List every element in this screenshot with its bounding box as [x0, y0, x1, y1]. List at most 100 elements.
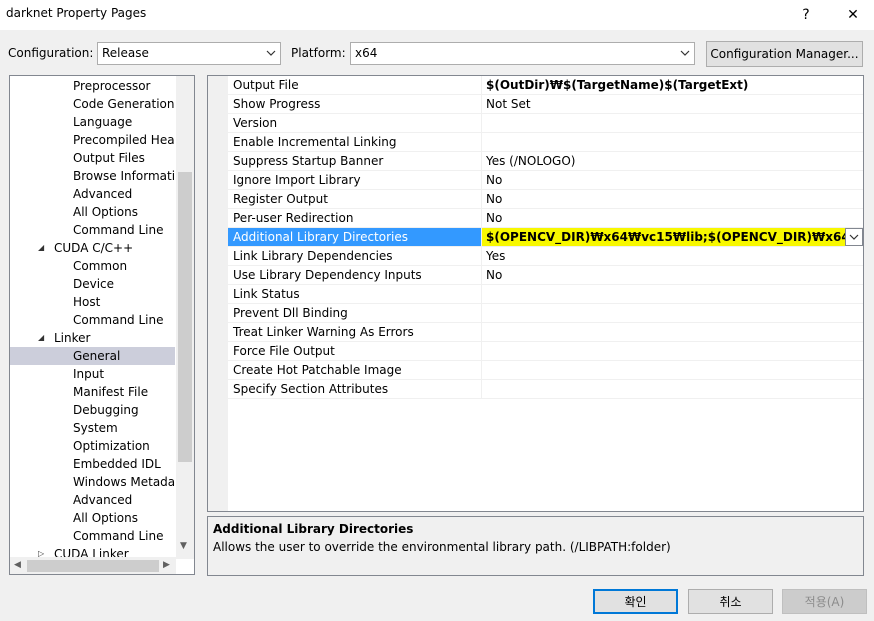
tree-item[interactable]: ◢ CUDA C/C++ [10, 239, 175, 257]
tree-item-label: Embedded IDL [73, 457, 161, 471]
property-row[interactable]: Prevent Dll Binding [228, 304, 863, 323]
tree-item[interactable]: Precompiled Heade [10, 131, 175, 149]
tree-item[interactable]: Preprocessor [10, 77, 175, 95]
property-name[interactable]: Additional Library Directories [228, 228, 482, 247]
tree-item[interactable]: Advanced [10, 185, 175, 203]
scroll-down-arrow-icon[interactable]: ▼ [180, 541, 187, 551]
property-row[interactable]: Ignore Import Library No [228, 171, 863, 190]
tree-item[interactable]: Command Line [10, 221, 175, 239]
tree-item[interactable]: Input [10, 365, 175, 383]
tree-item[interactable]: Embedded IDL [10, 455, 175, 473]
property-value[interactable]: Yes (/NOLOGO) [482, 152, 863, 171]
property-row[interactable]: Register Output No [228, 190, 863, 209]
tree-item[interactable]: Optimization [10, 437, 175, 455]
tree-item[interactable]: Output Files [10, 149, 175, 167]
tree-horizontal-scroll-thumb[interactable] [27, 560, 159, 572]
tree-item[interactable]: ◢ Linker [10, 329, 175, 347]
tree-item[interactable]: Code Generation [10, 95, 175, 113]
configuration-dropdown[interactable]: Release [97, 42, 281, 65]
close-button[interactable]: ✕ [830, 0, 874, 30]
tree-item[interactable]: Manifest File [10, 383, 175, 401]
property-row[interactable]: Output File $(OutDir)₩$(TargetName)$(Targ… [228, 76, 863, 95]
property-name[interactable]: Use Library Dependency Inputs [228, 266, 482, 285]
property-row[interactable]: Use Library Dependency Inputs No [228, 266, 863, 285]
tree-item[interactable]: Windows Metadata [10, 473, 175, 491]
property-value[interactable]: Not Set [482, 95, 863, 114]
property-name[interactable]: Suppress Startup Banner [228, 152, 482, 171]
property-name[interactable]: Show Progress [228, 95, 482, 114]
collapse-arrow-icon[interactable]: ◢ [38, 329, 44, 347]
collapse-arrow-icon[interactable]: ◢ [38, 239, 44, 257]
scroll-left-arrow-icon[interactable]: ◀ [14, 560, 21, 570]
tree-item-label: Command Line [73, 313, 164, 327]
tree-item[interactable]: Device [10, 275, 175, 293]
property-name[interactable]: Create Hot Patchable Image [228, 361, 482, 380]
tree-item-label: General [73, 349, 121, 363]
property-value[interactable] [482, 304, 863, 323]
property-row[interactable]: Version [228, 114, 863, 133]
property-row[interactable]: Specify Section Attributes [228, 380, 863, 399]
property-value[interactable]: Yes [482, 247, 863, 266]
apply-button[interactable]: 적용(A) [782, 589, 867, 614]
ok-button[interactable]: 확인 [593, 589, 678, 614]
tree-item[interactable]: Host [10, 293, 175, 311]
property-value[interactable]: $(OPENCV_DIR)₩x64₩vc15₩lib;$(OPENCV_DIR)… [482, 228, 845, 247]
tree-item[interactable]: Advanced [10, 491, 175, 509]
property-value[interactable] [482, 133, 863, 152]
tree-item[interactable]: Common [10, 257, 175, 275]
tree-item[interactable]: Command Line [10, 311, 175, 329]
property-name[interactable]: Ignore Import Library [228, 171, 482, 190]
property-value[interactable] [482, 114, 863, 133]
property-row[interactable]: Enable Incremental Linking [228, 133, 863, 152]
property-value[interactable]: No [482, 171, 863, 190]
configuration-manager-button[interactable]: Configuration Manager... [706, 41, 863, 67]
property-value[interactable]: No [482, 266, 863, 285]
property-row[interactable]: Per-user Redirection No [228, 209, 863, 228]
property-value[interactable] [482, 342, 863, 361]
value-dropdown-button[interactable] [845, 228, 863, 246]
property-row[interactable]: Force File Output [228, 342, 863, 361]
tree-horizontal-scrollbar[interactable]: ◀ ▶ [10, 557, 176, 574]
property-value[interactable] [482, 285, 863, 304]
tree-vertical-scroll-thumb[interactable] [178, 172, 192, 462]
property-name[interactable]: Per-user Redirection [228, 209, 482, 228]
property-value[interactable] [482, 380, 863, 399]
property-row[interactable]: Treat Linker Warning As Errors [228, 323, 863, 342]
tree-item[interactable]: General [10, 347, 175, 365]
tree-item[interactable]: All Options [10, 509, 175, 527]
property-name[interactable]: Force File Output [228, 342, 482, 361]
property-name[interactable]: Version [228, 114, 482, 133]
property-row[interactable]: Suppress Startup Banner Yes (/NOLOGO) [228, 152, 863, 171]
property-value[interactable]: $(OutDir)₩$(TargetName)$(TargetExt) [482, 76, 863, 95]
property-name[interactable]: Link Status [228, 285, 482, 304]
property-name[interactable]: Enable Incremental Linking [228, 133, 482, 152]
tree-item[interactable]: Debugging [10, 401, 175, 419]
tree-vertical-scrollbar[interactable]: ▼ [176, 76, 194, 559]
property-name[interactable]: Prevent Dll Binding [228, 304, 482, 323]
property-name[interactable]: Output File [228, 76, 482, 95]
property-name[interactable]: Specify Section Attributes [228, 380, 482, 399]
property-name[interactable]: Treat Linker Warning As Errors [228, 323, 482, 342]
tree-item[interactable]: Browse Informatior [10, 167, 175, 185]
property-value[interactable] [482, 361, 863, 380]
property-value[interactable] [482, 323, 863, 342]
cancel-button[interactable]: 취소 [688, 589, 773, 614]
property-tree[interactable]: Preprocessor Code Generation Language Preco… [9, 75, 195, 575]
scroll-right-arrow-icon[interactable]: ▶ [163, 560, 170, 570]
property-row[interactable]: Link Status [228, 285, 863, 304]
property-row[interactable]: Show Progress Not Set [228, 95, 863, 114]
tree-item[interactable]: Language [10, 113, 175, 131]
tree-item[interactable]: System [10, 419, 175, 437]
tree-item[interactable]: Command Line [10, 527, 175, 545]
platform-dropdown[interactable]: x64 [350, 42, 695, 65]
property-name[interactable]: Register Output [228, 190, 482, 209]
property-name[interactable]: Link Library Dependencies [228, 247, 482, 266]
tree-item-label: Manifest File [73, 385, 149, 399]
tree-item[interactable]: All Options [10, 203, 175, 221]
property-row[interactable]: Link Library Dependencies Yes [228, 247, 863, 266]
help-button[interactable]: ? [783, 0, 829, 30]
property-value[interactable]: No [482, 209, 863, 228]
property-value[interactable]: No [482, 190, 863, 209]
property-row[interactable]: Additional Library Directories $(OPENCV_D… [228, 228, 863, 247]
property-row[interactable]: Create Hot Patchable Image [228, 361, 863, 380]
